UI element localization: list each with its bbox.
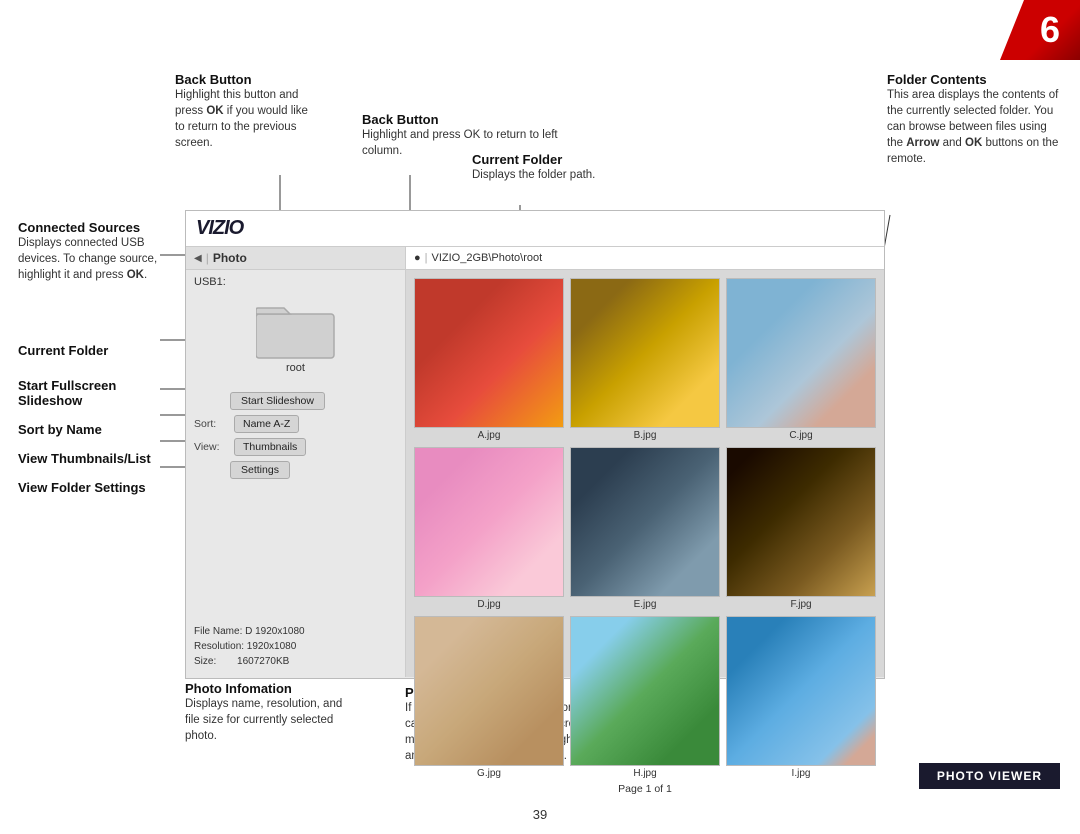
file-resolution-row: Resolution: 1920x1080 (194, 639, 397, 654)
current-folder-top-title: Current Folder (472, 152, 647, 167)
right-content: A.jpgB.jpgC.jpgD.jpgE.jpgF.jpgG.jpgH.jpg… (406, 270, 884, 677)
sort-label: Sort: (194, 418, 230, 430)
nav-path-arrow: ● (414, 252, 421, 264)
photo-thumbnail (726, 447, 876, 597)
start-slideshow-button[interactable]: Start Slideshow (230, 392, 325, 410)
back-button-left-body: Highlight this button and press OK if yo… (175, 87, 320, 151)
view-thumbnails-annotation: View Thumbnails/List (18, 451, 173, 466)
photo-cell[interactable]: H.jpg (570, 616, 720, 779)
nav-left: ◀ | Photo (186, 247, 406, 269)
size-label: Size: (194, 656, 216, 667)
back-button-top-title: Back Button (362, 112, 577, 127)
photo-label: F.jpg (790, 599, 811, 610)
photo-label: B.jpg (634, 430, 657, 441)
ui-panel: VIZIO ◀ | Photo ● | VIZIO_2GB\Photo\root… (185, 210, 885, 679)
nav-left-divider: | (206, 251, 209, 265)
photo-viewer-badge: PHOTO VIEWER (919, 763, 1060, 789)
folder-contents-title: Folder Contents (887, 72, 1062, 87)
file-info: File Name: D 1920x1080 Resolution: 1920x… (190, 620, 401, 673)
connected-sources-title: Connected Sources (18, 220, 173, 235)
nav-back-arrow[interactable]: ◀ (194, 253, 202, 264)
photo-thumbnail (570, 616, 720, 766)
view-value-button[interactable]: Thumbnails (234, 438, 306, 456)
photo-cell[interactable]: I.jpg (726, 616, 876, 779)
photo-cell[interactable]: F.jpg (726, 447, 876, 610)
usb-label: USB1: (190, 274, 401, 290)
folder-name: root (286, 362, 305, 374)
view-row: View: Thumbnails (194, 438, 397, 456)
photo-thumbnail (414, 616, 564, 766)
photo-cell[interactable]: B.jpg (570, 278, 720, 441)
current-folder-top-annotation: Current Folder Displays the folder path. (472, 152, 647, 183)
start-fullscreen-title: Start FullscreenSlideshow (18, 378, 173, 408)
photo-viewer-label: PHOTO VIEWER (937, 769, 1042, 783)
photo-grid: A.jpg B.jpg C.jpg D.jpg E.jpg F.jpg G.jpg H.jpg… (414, 278, 876, 779)
settings-row: Settings (194, 461, 397, 479)
file-name-row: File Name: D 1920x1080 (194, 624, 397, 639)
photo-label: C.jpg (789, 430, 812, 441)
sort-row: Sort: Name A-Z (194, 415, 397, 433)
photo-label: I.jpg (792, 768, 811, 779)
photo-thumbnail (726, 278, 876, 428)
photo-info-title: Photo Infomation (185, 681, 345, 696)
slideshow-row: Start Slideshow (194, 392, 397, 410)
folder-contents-body: This area displays the contents of the c… (887, 87, 1062, 167)
photo-information-annotation: Photo Infomation Displays name, resoluti… (185, 681, 345, 744)
photo-label: D.jpg (477, 599, 500, 610)
view-label: View: (194, 441, 230, 453)
page-badge: 6 (1000, 0, 1080, 60)
photo-cell[interactable]: G.jpg (414, 616, 564, 779)
sort-by-name-title: Sort by Name (18, 422, 173, 437)
photo-label: H.jpg (633, 768, 656, 779)
nav-path: VIZIO_2GB\Photo\root (432, 252, 543, 264)
sort-value-button[interactable]: Name A-Z (234, 415, 299, 433)
page-info-bar[interactable]: Page 1 of 1 (414, 779, 876, 795)
nav-bar: ◀ | Photo ● | VIZIO_2GB\Photo\root (186, 247, 884, 270)
nav-photo-label: Photo (213, 251, 247, 265)
start-fullscreen-annotation: Start FullscreenSlideshow (18, 378, 173, 408)
photo-label: A.jpg (478, 430, 501, 441)
connected-sources-annotation: Connected Sources Displays connected USB… (18, 220, 173, 283)
file-size-row: Size: 1607270KB (194, 654, 397, 669)
view-folder-settings-annotation: View Folder Settings (18, 480, 173, 495)
left-annotations-column: Connected Sources Displays connected USB… (18, 220, 173, 495)
photo-label: E.jpg (634, 599, 657, 610)
folder-svg-icon (256, 300, 336, 360)
sort-by-name-annotation: Sort by Name (18, 422, 173, 437)
page-badge-number: 6 (1040, 9, 1060, 51)
back-button-left-title: Back Button (175, 72, 320, 87)
bottom-bar: 39 (0, 794, 1080, 834)
vizio-header: VIZIO (186, 211, 884, 247)
current-folder-top-body: Displays the folder path. (472, 167, 647, 183)
photo-thumbnail (726, 616, 876, 766)
page-number: 39 (533, 807, 547, 822)
photo-info-body: Displays name, resolution, and file size… (185, 696, 345, 744)
connected-sources-body: Displays connected USB devices. To chang… (18, 235, 173, 283)
vizio-logo: VIZIO (196, 217, 243, 240)
nav-right: ● | VIZIO_2GB\Photo\root (406, 247, 884, 269)
controls-area: Start Slideshow Sort: Name A-Z View: Thu… (190, 388, 401, 483)
nav-path-separator: | (425, 252, 428, 264)
panel-body: USB1: root Start Slideshow Sort: Name A-… (186, 270, 884, 677)
photo-thumbnail (570, 278, 720, 428)
left-sidebar: USB1: root Start Slideshow Sort: Name A-… (186, 270, 406, 677)
photo-cell[interactable]: A.jpg (414, 278, 564, 441)
current-folder-left-annotation: Current Folder (18, 343, 173, 358)
view-thumbnails-title: View Thumbnails/List (18, 451, 173, 466)
photo-cell[interactable]: D.jpg (414, 447, 564, 610)
settings-button[interactable]: Settings (230, 461, 290, 479)
photo-thumbnail (414, 278, 564, 428)
folder-icon-container: root (256, 300, 336, 374)
folder-contents-annotation: Folder Contents This area displays the c… (887, 72, 1062, 167)
photo-label: G.jpg (477, 768, 501, 779)
photo-cell[interactable]: C.jpg (726, 278, 876, 441)
photo-thumbnail (570, 447, 720, 597)
size-value: 1607270KB (237, 656, 289, 667)
photo-cell[interactable]: E.jpg (570, 447, 720, 610)
current-folder-left-title: Current Folder (18, 343, 173, 358)
back-button-left-annotation: Back Button Highlight this button and pr… (175, 72, 320, 151)
photo-thumbnail (414, 447, 564, 597)
view-folder-settings-title: View Folder Settings (18, 480, 173, 495)
